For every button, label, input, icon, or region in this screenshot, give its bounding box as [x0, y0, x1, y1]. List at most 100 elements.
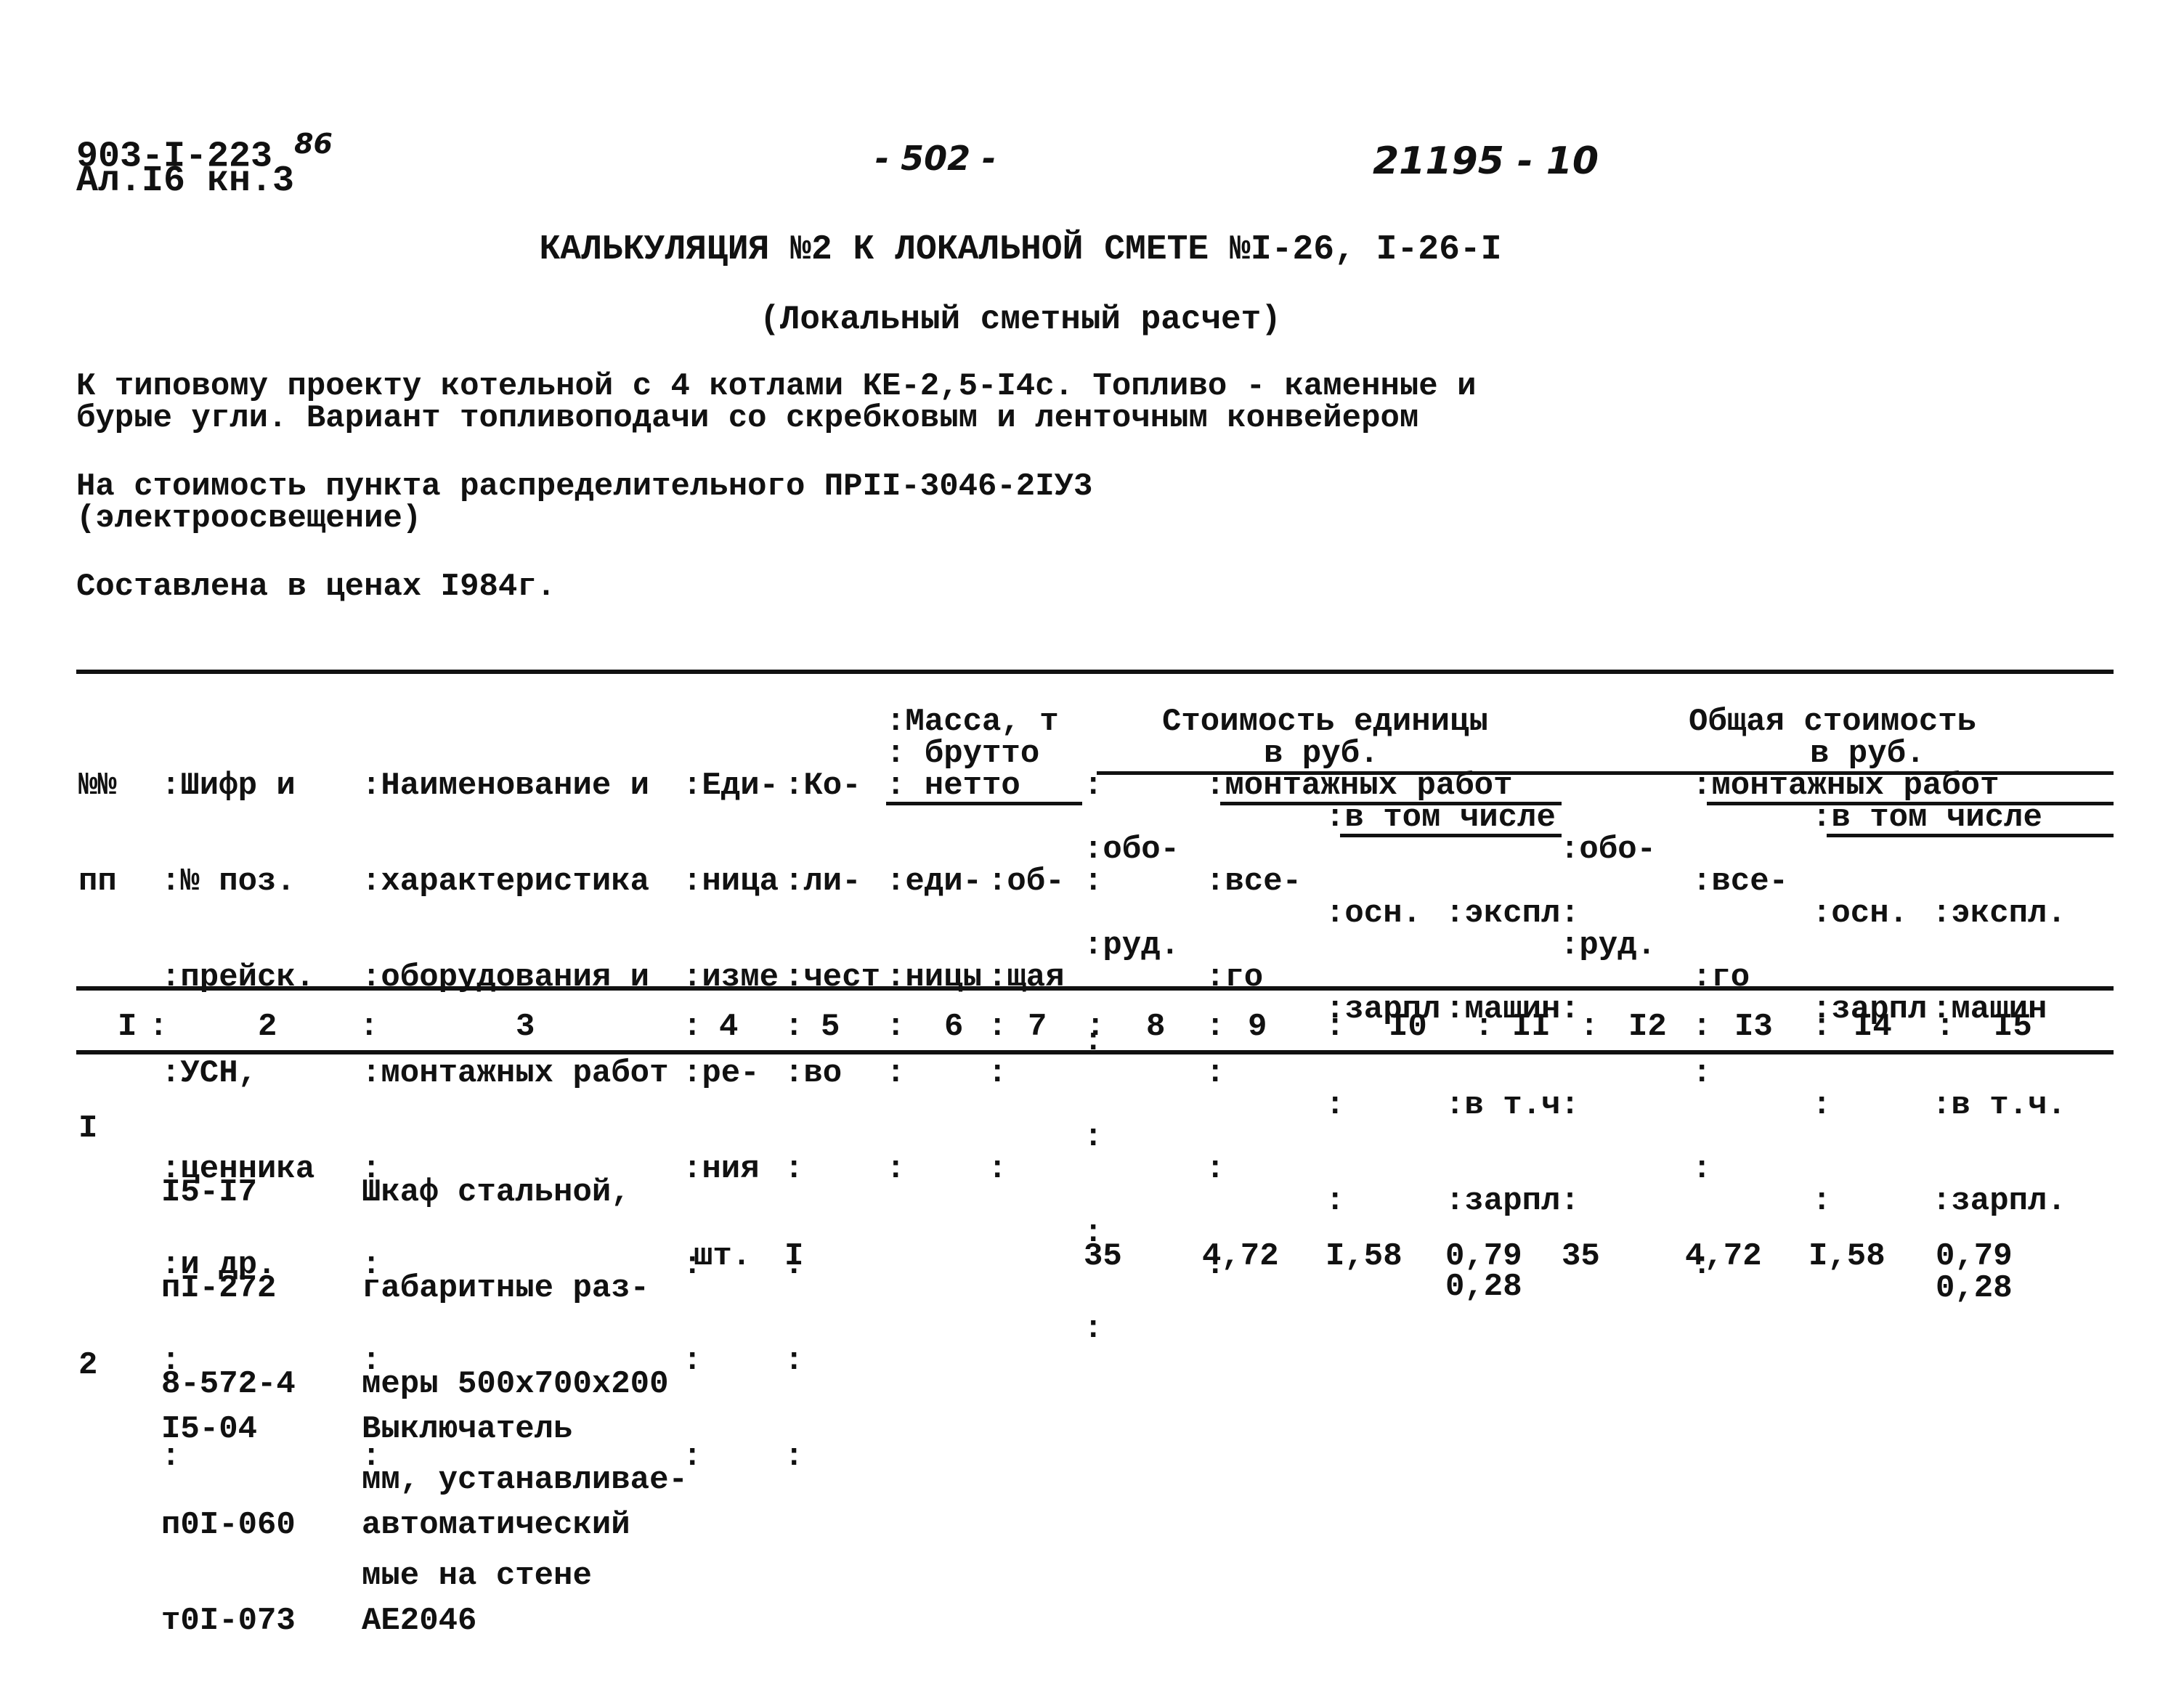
column-separator: :	[886, 1009, 906, 1045]
header-text: :	[1084, 1311, 1103, 1347]
code-line: пI-272	[161, 1270, 277, 1306]
row-total-equip: 35	[1562, 1238, 1600, 1275]
row-unit-base-wage: I,58	[1326, 1238, 1402, 1275]
header-text: :	[886, 1055, 906, 1092]
intro-line-1: К типовому проекту котельной с 4 котлами…	[76, 368, 1477, 405]
header-text: :УСН,	[161, 1055, 258, 1092]
header-text: :осн.	[1812, 895, 1909, 932]
name-line: АЕ2046	[362, 1603, 477, 1639]
header-text: :Наименование и	[362, 768, 650, 804]
header-text: :	[1692, 1151, 1712, 1187]
column-number: I5	[1994, 1009, 2032, 1045]
header-text: :ре-	[683, 1055, 760, 1092]
row-number: I	[78, 1110, 98, 1147]
header-text: :ница	[683, 863, 779, 900]
header-text: :характеристика	[362, 863, 650, 900]
column-separator: :	[149, 1009, 169, 1045]
header-text: :экспл.	[1932, 895, 2066, 932]
name-line: Выключатель	[362, 1411, 573, 1447]
header-text: пп	[78, 863, 117, 900]
header-text: :ния	[683, 1151, 760, 1187]
header-text: :в т.ч:	[1445, 1087, 1580, 1123]
row-quantity: I	[784, 1238, 804, 1275]
header-text: :	[784, 1151, 804, 1187]
row-total-machine-wage: 0,28	[1936, 1270, 2013, 1306]
table-top-rule	[76, 670, 2114, 674]
archive-number: 21195 - 10	[1373, 139, 1599, 183]
header-text: :руд.	[1084, 927, 1180, 964]
header-text: :	[1326, 1183, 1345, 1219]
column-number: 6	[944, 1009, 964, 1045]
column-number: 9	[1248, 1009, 1267, 1045]
header-unit-equip: :обо- :руд. : : : :	[1084, 770, 1180, 1409]
header-text: :еди-	[886, 863, 983, 900]
header-text: :	[988, 1151, 1007, 1187]
header-text: :все-	[1206, 863, 1302, 900]
code-line: п0I-060	[161, 1507, 296, 1543]
header-text: :	[1206, 1055, 1225, 1092]
header-mass-title: :Масса, т	[886, 704, 1059, 740]
header-text: :	[1206, 1151, 1225, 1187]
row-total-base-wage: I,58	[1809, 1238, 1885, 1275]
column-separator: :	[1692, 1009, 1712, 1045]
row-name: Выключатель автоматический АЕ2046	[362, 1349, 630, 1701]
header-col-quantity: :Ко- :ли- :чест :во : : : :	[784, 706, 880, 1537]
header-total-cost-title: Общая стоимость	[1689, 704, 1977, 740]
header-text: :зарпл:	[1445, 1183, 1580, 1219]
header-col-unit: :Еди- :ница :изме :ре- :ния : : :	[683, 706, 779, 1537]
column-separator: :	[1474, 1009, 1494, 1045]
row-unit-machine-wage: 0,28	[1445, 1269, 1522, 1305]
header-text: :обо-	[1560, 832, 1657, 868]
page-number: - 502 -	[875, 139, 996, 178]
column-number: 4	[719, 1009, 739, 1045]
header-unit-including: :в том числе	[1326, 800, 1556, 836]
header-text: :Шифр и	[161, 768, 296, 804]
intro-line-2: бурые угли. Вариант топливоподачи со скр…	[76, 400, 1419, 436]
header-text: :	[683, 1439, 702, 1475]
header-text: :	[1812, 1087, 1832, 1123]
header-total-including: :в том числе	[1812, 800, 2042, 836]
header-total-install: :монтажных работ	[1692, 768, 2000, 804]
header-total-cost-sub: в руб.	[1810, 736, 1925, 772]
column-number: 3	[516, 1009, 535, 1045]
column-number: I3	[1734, 1009, 1773, 1045]
row-unit-equip: 35	[1084, 1238, 1122, 1275]
header-text: :Еди-	[683, 768, 779, 804]
row-number: 2	[78, 1347, 98, 1383]
header-text: :Ко-	[784, 768, 861, 804]
document-subtitle: (Локальный сметный расчет)	[760, 301, 1281, 338]
column-number: I	[118, 1009, 137, 1045]
object-line-1: На стоимость пункта распределительного П…	[76, 468, 1093, 505]
column-separator: :	[1580, 1009, 1599, 1045]
header-text: :	[886, 1151, 906, 1187]
header-text: :руд.	[1560, 927, 1657, 964]
header-text: :монтажных работ	[362, 1055, 669, 1092]
header-text: №№	[78, 768, 117, 804]
album-reference: Ал.I6 кн.3	[76, 160, 295, 202]
column-numbers-rule	[76, 1050, 2114, 1054]
object-line-2: (электроосвещение)	[76, 500, 422, 537]
header-bottom-rule	[76, 986, 2114, 991]
column-separator: :	[1086, 1009, 1105, 1045]
column-separator: :	[988, 1009, 1007, 1045]
column-number: I4	[1854, 1009, 1892, 1045]
header-text: :	[988, 1055, 1007, 1092]
header-text: :в т.ч.	[1932, 1087, 2066, 1123]
row-total-install-total: 4,72	[1685, 1238, 1762, 1275]
row-unit: шт.	[694, 1238, 752, 1275]
column-separator: :	[360, 1009, 379, 1045]
column-separator: :	[683, 1009, 702, 1045]
header-text: :	[1326, 1087, 1345, 1123]
column-separator: :	[1326, 1009, 1345, 1045]
header-text: :	[784, 1343, 804, 1379]
code-line: т0I-073	[161, 1603, 296, 1639]
header-text: :ли-	[784, 863, 861, 900]
header-text: :	[1812, 1183, 1832, 1219]
document-code-year: 86	[294, 128, 333, 160]
header-unit-cost-sub: в руб.	[1264, 736, 1379, 772]
header-mass-brutto: : брутто	[886, 736, 1040, 772]
column-number: 5	[821, 1009, 840, 1045]
header-text: :осн.	[1326, 895, 1422, 932]
column-number: 2	[258, 1009, 277, 1045]
header-mass-netto: : нетто	[886, 770, 1082, 805]
